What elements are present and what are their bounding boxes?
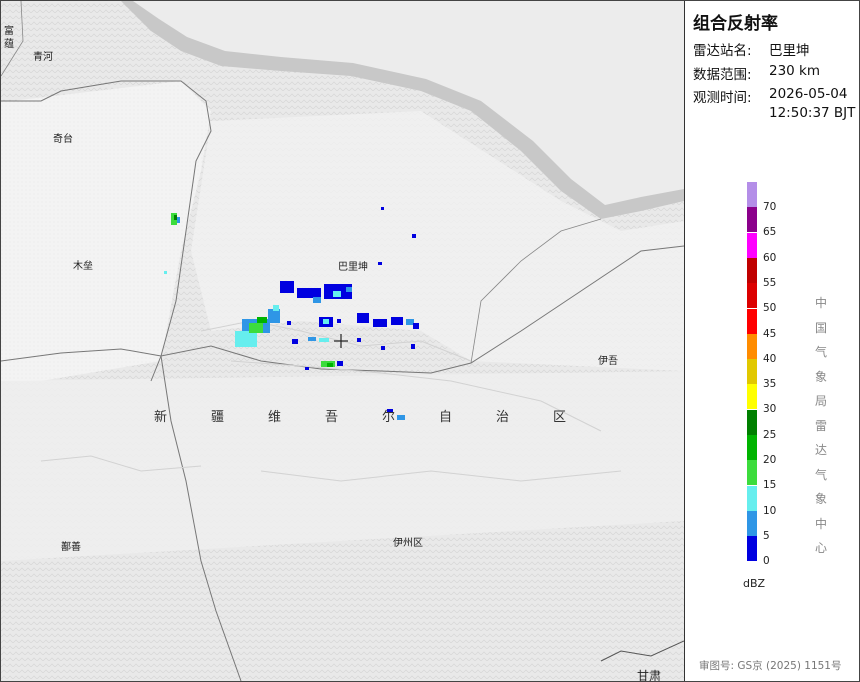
legend-swatch xyxy=(747,257,757,283)
place-qitai: 奇台 xyxy=(53,134,73,145)
agency-char: 局 xyxy=(814,394,827,408)
place-mulei: 木垒 xyxy=(73,261,93,272)
legend-tick-label: 40 xyxy=(763,352,777,365)
place-shanshan: 鄯善 xyxy=(61,542,81,553)
place-yiwu: 伊吾 xyxy=(598,356,618,367)
legend-swatch xyxy=(747,510,757,536)
region-char-5: 尔 xyxy=(382,410,396,425)
radar-product-window: 富 蕴 青河 奇台 木垒 巴里坤 伊吾 鄯善 伊州区 甘肃 新 疆 维 吾 尔 … xyxy=(0,0,860,682)
station-value: 巴里坤 xyxy=(769,43,810,59)
legend-tick-label: 30 xyxy=(763,403,777,416)
agency-char: 象 xyxy=(814,492,827,506)
legend-tick-label: 50 xyxy=(763,302,777,315)
map-approval-number: 审图号: GS京 (2025) 1151号 xyxy=(699,660,842,672)
time-date: 2026-05-04 xyxy=(769,86,848,102)
legend-swatch xyxy=(747,435,757,460)
region-char-4: 吾 xyxy=(325,410,339,425)
agency-char: 气 xyxy=(814,467,827,482)
legend-swatch xyxy=(747,333,757,359)
agency-char: 中 xyxy=(814,516,827,531)
product-title: 组合反射率 xyxy=(693,14,778,34)
agency-char: 雷 xyxy=(814,418,827,433)
station-row: 雷达站名: 巴里坤 xyxy=(693,39,810,59)
place-gansu: 甘肃 xyxy=(637,669,662,681)
agency-vertical-text: 中国气象局雷达气象中心 xyxy=(813,291,829,561)
place-qinghe: 青河 xyxy=(33,52,53,63)
time-clock: 12:50:37 BJT xyxy=(769,105,856,121)
legend-swatch xyxy=(747,359,757,385)
legend-tick-label: 65 xyxy=(763,226,777,239)
legend-tick-label: 55 xyxy=(763,276,777,289)
legend-tick-label: 0 xyxy=(763,555,770,568)
legend-tick-label: 20 xyxy=(763,454,777,466)
legend-tick-label: 15 xyxy=(763,479,777,492)
legend-swatch xyxy=(747,536,757,562)
legend-swatch xyxy=(747,409,757,435)
time-row: 观测时间: 2026-05-04 xyxy=(693,86,847,106)
legend-swatch xyxy=(747,384,757,410)
place-yizhou: 伊州区 xyxy=(393,538,423,549)
radar-map[interactable]: 富 蕴 青河 奇台 木垒 巴里坤 伊吾 鄯善 伊州区 甘肃 新 疆 维 吾 尔 … xyxy=(1,1,685,681)
range-label: 数据范围: xyxy=(693,67,752,83)
legend-swatch xyxy=(747,308,757,334)
region-char-3: 维 xyxy=(268,410,282,425)
legend-tick-label: 70 xyxy=(763,201,777,213)
legend-tick-label: 35 xyxy=(763,378,777,391)
agency-char: 国 xyxy=(814,320,827,335)
legend-tick-label: 25 xyxy=(763,428,777,441)
agency-char: 心 xyxy=(814,541,827,555)
region-char-1: 新 xyxy=(154,410,168,425)
legend-swatch xyxy=(747,460,757,486)
range-value: 230 km xyxy=(769,63,821,79)
agency-char: 象 xyxy=(814,369,827,384)
legend-swatch xyxy=(747,182,757,207)
legend-tick-label: 5 xyxy=(763,529,770,542)
agency-char: 气 xyxy=(814,345,827,359)
time-label: 观测时间: xyxy=(693,90,752,106)
region-char-8: 区 xyxy=(553,410,567,425)
legend-tick-label: 45 xyxy=(763,327,777,340)
agency-char: 达 xyxy=(814,443,827,457)
agency-char: 中 xyxy=(814,296,827,310)
place-balikun: 巴里坤 xyxy=(338,262,368,273)
legend-swatch xyxy=(747,485,757,511)
region-char-6: 自 xyxy=(439,410,453,425)
legend-tick-label: 10 xyxy=(763,504,777,517)
legend-unit: dBZ xyxy=(743,577,766,590)
legend-swatch xyxy=(747,232,757,258)
region-char-7: 治 xyxy=(496,410,510,425)
station-label: 雷达站名: xyxy=(693,43,752,59)
legend-swatch xyxy=(747,207,757,233)
map-canvas xyxy=(1,1,684,681)
range-row: 数据范围: 230 km xyxy=(693,63,820,83)
region-char-2: 疆 xyxy=(211,410,225,425)
place-yun: 蕴 xyxy=(4,39,14,50)
info-panel: 组合反射率 雷达站名: 巴里坤 数据范围: 230 km 观测时间: 2026-… xyxy=(685,1,859,681)
legend-swatch xyxy=(747,283,757,309)
legend-tick-label: 60 xyxy=(763,251,777,264)
